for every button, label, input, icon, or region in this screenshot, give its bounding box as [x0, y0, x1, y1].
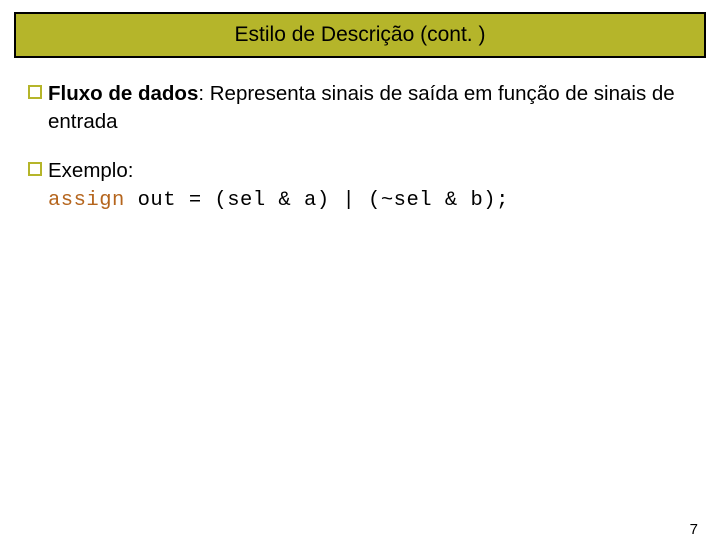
title-bar: Estilo de Descrição (cont. ) [14, 12, 706, 58]
square-bullet-icon [28, 85, 42, 99]
bullet-text: Fluxo de dados: Representa sinais de saí… [48, 80, 692, 135]
bullet-text: Exemplo: [48, 157, 133, 185]
code-rest: out = (sel & a) | (~sel & b); [125, 189, 509, 212]
slide-title: Estilo de Descrição (cont. ) [235, 23, 486, 47]
square-bullet-icon [28, 162, 42, 176]
code-line: assign out = (sel & a) | (~sel & b); [48, 189, 692, 212]
bold-term: Fluxo de dados [48, 82, 198, 105]
code-keyword: assign [48, 189, 125, 212]
example-label: Exemplo: [48, 159, 133, 182]
bullet-item-fluxo: Fluxo de dados: Representa sinais de saí… [28, 80, 692, 135]
content-area: Fluxo de dados: Representa sinais de saí… [0, 58, 720, 212]
page-number: 7 [690, 521, 698, 538]
bullet-item-exemplo: Exemplo: [28, 157, 692, 185]
